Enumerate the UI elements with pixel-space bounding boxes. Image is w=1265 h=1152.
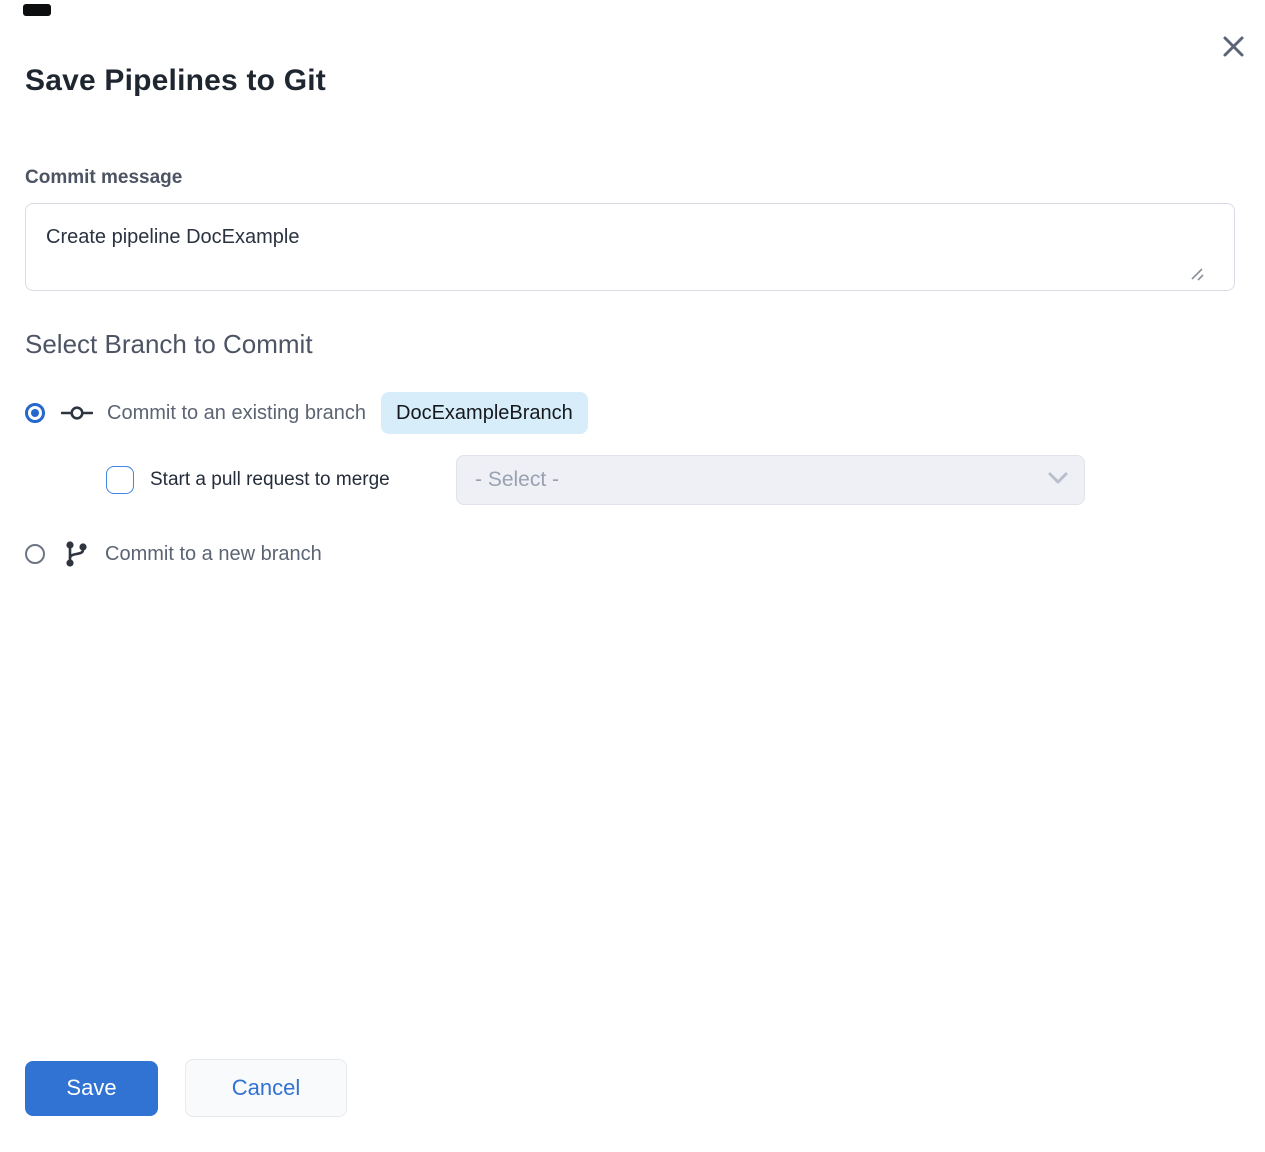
select-placeholder: - Select -: [475, 468, 1048, 492]
dialog-title: Save Pipelines to Git: [25, 62, 1235, 100]
new-branch-label[interactable]: Commit to a new branch: [105, 543, 322, 566]
commit-message-label: Commit message: [25, 166, 1265, 190]
commit-message-wrap: [0, 203, 1235, 291]
existing-branch-label[interactable]: Commit to an existing branch: [107, 402, 366, 425]
close-icon: [1222, 35, 1245, 61]
cancel-button[interactable]: Cancel: [185, 1059, 347, 1117]
merge-branch-select[interactable]: - Select -: [456, 455, 1085, 505]
close-button[interactable]: [1219, 34, 1247, 62]
commit-message-input[interactable]: [25, 203, 1235, 291]
branch-section-heading: Select Branch to Commit: [25, 327, 1265, 361]
existing-branch-radio[interactable]: [25, 403, 45, 423]
save-button[interactable]: Save: [25, 1061, 158, 1116]
existing-branch-row[interactable]: Commit to an existing branch DocExampleB…: [25, 392, 1265, 434]
chevron-down-icon: [1048, 471, 1068, 489]
save-pipelines-dialog: Save Pipelines to Git Commit message Sel…: [0, 0, 1265, 1152]
pull-request-row: Start a pull request to merge - Select -: [25, 455, 1265, 505]
dark-marker: [23, 4, 51, 16]
new-branch-row[interactable]: Commit to a new branch: [25, 539, 1265, 569]
git-commit-icon: [61, 405, 93, 421]
new-branch-radio[interactable]: [25, 544, 45, 564]
dialog-footer: Save Cancel: [25, 1059, 347, 1117]
git-branch-icon: [63, 540, 89, 568]
branch-badge[interactable]: DocExampleBranch: [381, 392, 588, 434]
pull-request-label[interactable]: Start a pull request to merge: [150, 469, 456, 491]
pull-request-checkbox[interactable]: [106, 466, 134, 494]
